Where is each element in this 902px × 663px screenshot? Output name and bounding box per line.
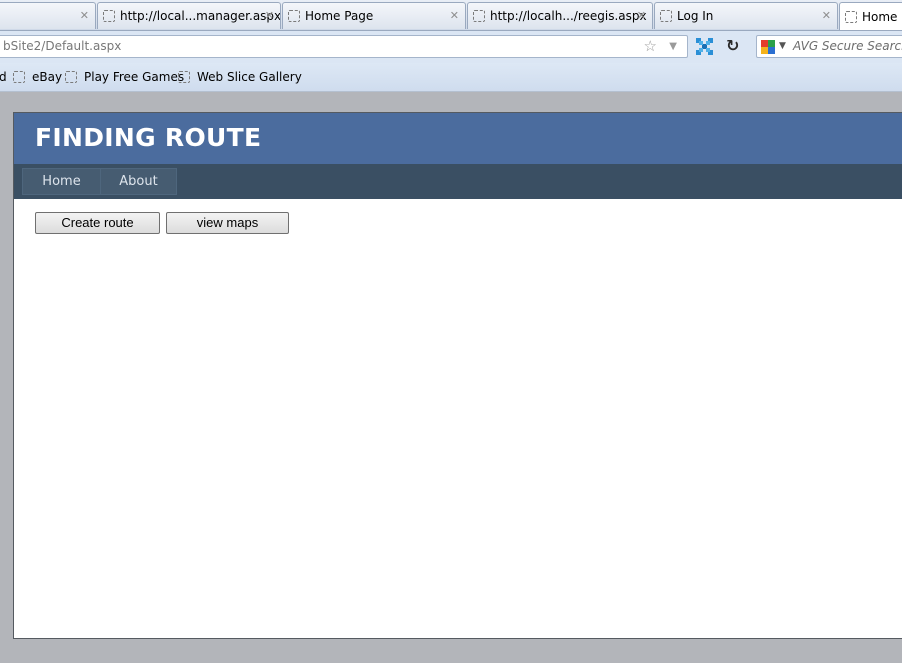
bookmark-label: Web Slice Gallery bbox=[197, 70, 302, 84]
bookmark-web-slice-gallery[interactable]: Web Slice Gallery bbox=[178, 70, 302, 84]
bookmark-label: d bbox=[0, 70, 7, 84]
tab-label: Log In bbox=[677, 9, 714, 23]
blank-page-icon bbox=[845, 10, 857, 23]
bookmark-label: Play Free Games bbox=[84, 70, 185, 84]
blank-page-icon bbox=[473, 10, 485, 22]
close-tab-icon[interactable]: ✕ bbox=[265, 9, 274, 22]
close-tab-icon[interactable]: ✕ bbox=[450, 9, 459, 22]
close-tab-icon[interactable]: ✕ bbox=[637, 9, 646, 22]
navigation-bar: bSite2/Default.aspx ☆ ▼ ↻ ▼ AVG Secure S… bbox=[0, 31, 902, 63]
blank-page-icon bbox=[65, 71, 77, 83]
create-route-button[interactable]: Create route bbox=[35, 212, 160, 234]
site-menu: Home About bbox=[14, 164, 902, 199]
tab-label: http://localh.../reegis.aspx bbox=[490, 9, 647, 23]
tab-label: http://local...manager.aspx bbox=[120, 9, 281, 23]
addon-x-icon[interactable] bbox=[696, 38, 713, 55]
page-content: FINDING ROUTE Home About Create route vi… bbox=[13, 112, 902, 639]
tab-label: Home P bbox=[862, 9, 902, 24]
close-tab-icon[interactable]: ✕ bbox=[822, 9, 831, 22]
chevron-down-icon[interactable]: ▼ bbox=[669, 36, 677, 57]
bookmark-play-free-games[interactable]: Play Free Games bbox=[65, 70, 184, 84]
tab-label: Home Page bbox=[305, 9, 374, 23]
menu-item-home[interactable]: Home bbox=[22, 168, 101, 195]
chevron-down-icon[interactable]: ▼ bbox=[779, 36, 786, 57]
blank-page-icon bbox=[103, 10, 115, 22]
search-placeholder: AVG Secure Search bbox=[793, 39, 902, 53]
view-maps-button[interactable]: view maps bbox=[166, 212, 289, 234]
site-header: FINDING ROUTE bbox=[14, 113, 902, 164]
tab-log-in[interactable]: Log In ✕ bbox=[654, 2, 838, 29]
blank-page-icon bbox=[288, 10, 300, 22]
bookmarks-bar: d eBay Play Free Games Web Slice Gallery bbox=[0, 63, 902, 92]
site-title: FINDING ROUTE bbox=[35, 123, 262, 152]
tab-reegis[interactable]: http://localh.../reegis.aspx ✕ bbox=[467, 2, 653, 29]
menu-item-about[interactable]: About bbox=[100, 168, 177, 195]
bookmark-ebay[interactable]: eBay bbox=[13, 70, 62, 84]
reload-icon[interactable]: ↻ bbox=[726, 36, 739, 55]
menu-item-label: About bbox=[119, 174, 158, 189]
address-bar[interactable]: bSite2/Default.aspx ☆ ▼ bbox=[0, 35, 688, 58]
blank-page-icon bbox=[13, 71, 25, 83]
close-tab-icon[interactable]: ✕ bbox=[80, 9, 89, 22]
address-text: bSite2/Default.aspx bbox=[3, 39, 122, 53]
tab-0[interactable]: ✕ bbox=[0, 2, 96, 29]
tab-home-page[interactable]: Home Page ✕ bbox=[282, 2, 466, 29]
bookmark-star-icon[interactable]: ☆ bbox=[644, 36, 657, 57]
tab-home-active[interactable]: Home P bbox=[839, 2, 902, 30]
blank-page-icon bbox=[178, 71, 190, 83]
tab-bar: ✕ http://local...manager.aspx ✕ Home Pag… bbox=[0, 0, 902, 31]
search-input[interactable]: ▼ AVG Secure Search bbox=[756, 35, 902, 58]
menu-item-label: Home bbox=[42, 174, 81, 189]
tab-manager[interactable]: http://local...manager.aspx ✕ bbox=[97, 2, 281, 29]
bookmark-label: eBay bbox=[32, 70, 63, 84]
blank-page-icon bbox=[660, 10, 672, 22]
bookmark-item[interactable]: d bbox=[0, 70, 7, 84]
avg-logo-icon bbox=[761, 40, 775, 54]
